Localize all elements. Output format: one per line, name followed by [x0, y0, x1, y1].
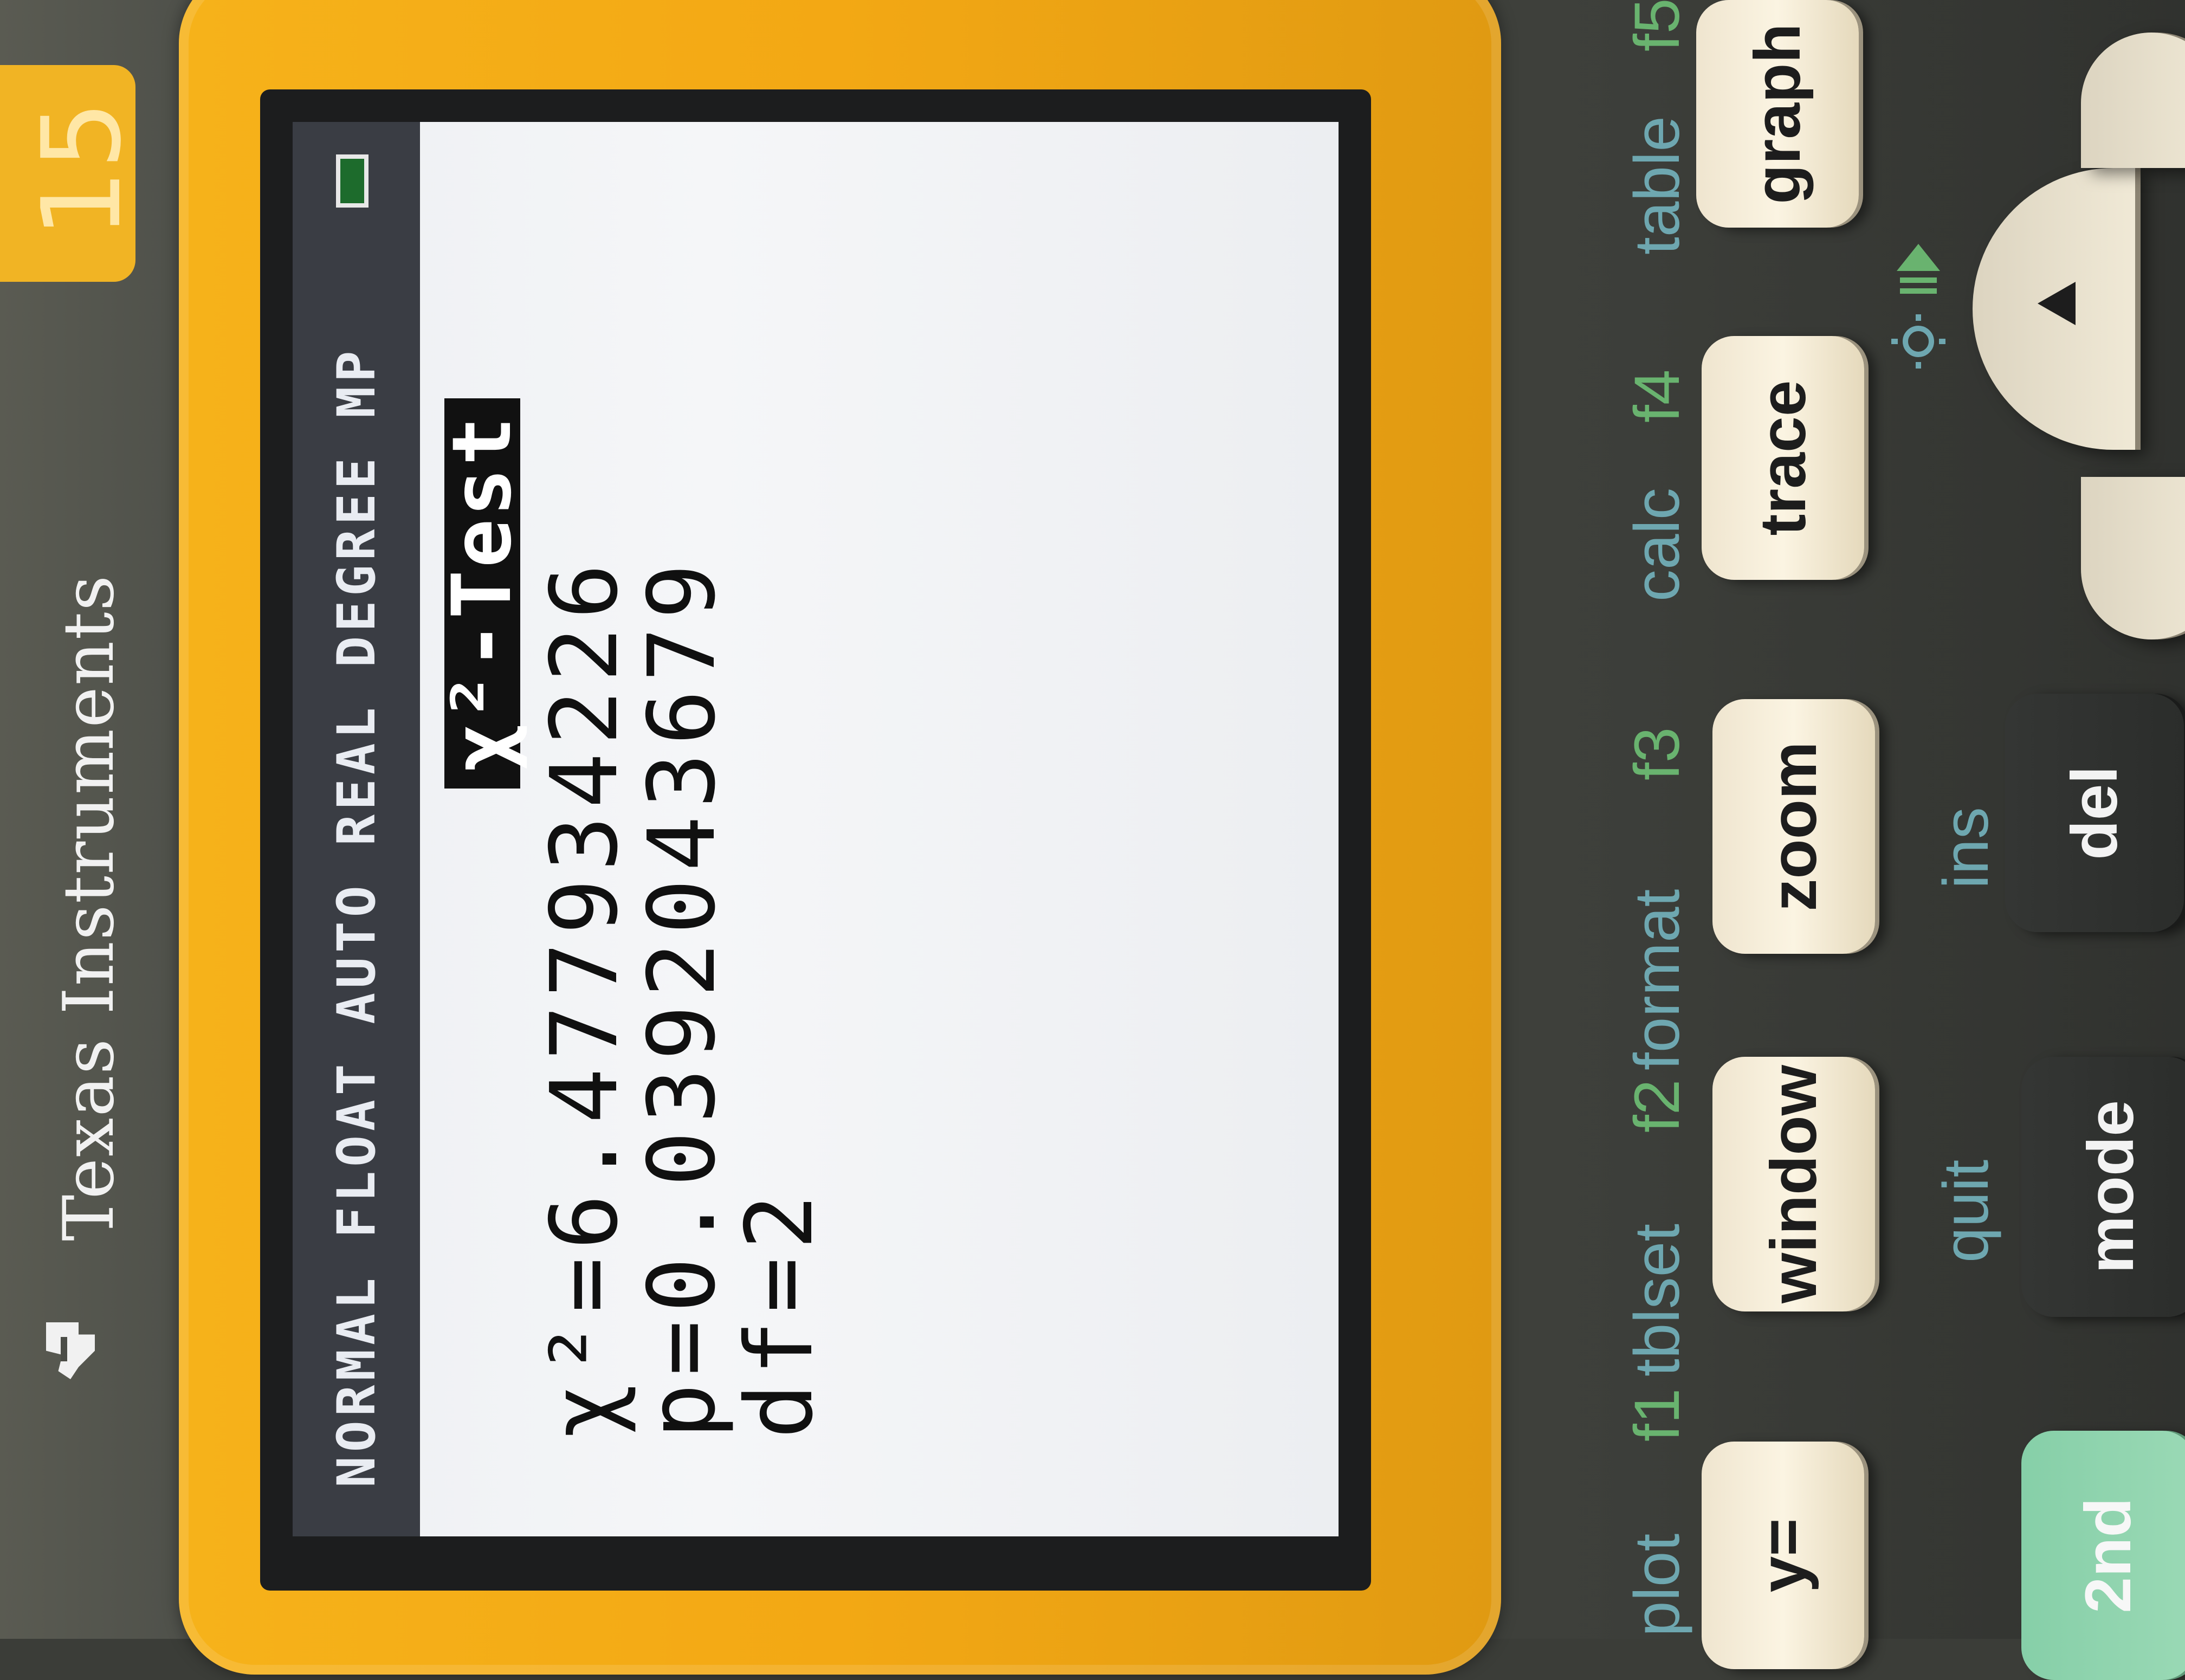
2nd-key[interactable]: 2nd: [2021, 1431, 2185, 1680]
y-equals-key[interactable]: y=: [1702, 1442, 1864, 1669]
ins-label: ins: [1930, 807, 2002, 889]
arrow-right-key[interactable]: [2081, 33, 2185, 168]
arrow-left-key[interactable]: [2081, 477, 2185, 639]
up-arrow-icon: [2038, 282, 2076, 325]
f4-label: f4: [1621, 369, 1693, 423]
f5-label: f5: [1621, 0, 1693, 51]
ti-logo-icon: [46, 1322, 95, 1379]
chi-square-result: χ²=6.477934226: [531, 556, 638, 1439]
brand-name: Texas Instruments: [49, 574, 130, 1242]
calculator-screen: NORMAL FLOAT AUTO REAL DEGREE MP χ²-Test…: [293, 122, 1339, 1536]
mode-key[interactable]: mode: [2021, 1057, 2185, 1317]
brightness-icon: [1891, 244, 1945, 369]
quit-label: quit: [1930, 1159, 2002, 1263]
result-title: χ²-Test: [435, 398, 529, 789]
degrees-of-freedom-result: df=2: [726, 1186, 833, 1439]
graph-key[interactable]: graph: [1696, 0, 1859, 228]
model-number: 15: [19, 100, 145, 239]
calc-label: calc: [1621, 488, 1693, 602]
arrow-pad[interactable]: [1973, 33, 2185, 683]
table-label: table: [1621, 116, 1693, 255]
format-label: format: [1621, 889, 1693, 1070]
f3-label: f3: [1621, 727, 1693, 780]
del-key[interactable]: del: [2005, 694, 2184, 932]
plot-label: plot: [1621, 1533, 1693, 1637]
p-value-result: p=0.0392043679: [629, 556, 736, 1439]
mode-status-text: NORMAL FLOAT AUTO REAL DEGREE MP: [326, 346, 387, 1488]
status-bar: NORMAL FLOAT AUTO REAL DEGREE MP: [293, 122, 420, 1536]
f2-label: f2: [1621, 1079, 1693, 1133]
battery-icon: [336, 154, 369, 208]
f1-label: f1: [1621, 1388, 1693, 1442]
tblset-label: tblset: [1621, 1223, 1693, 1377]
zoom-key[interactable]: zoom: [1712, 699, 1875, 954]
trace-key[interactable]: trace: [1702, 336, 1864, 580]
window-key[interactable]: window: [1712, 1057, 1875, 1311]
